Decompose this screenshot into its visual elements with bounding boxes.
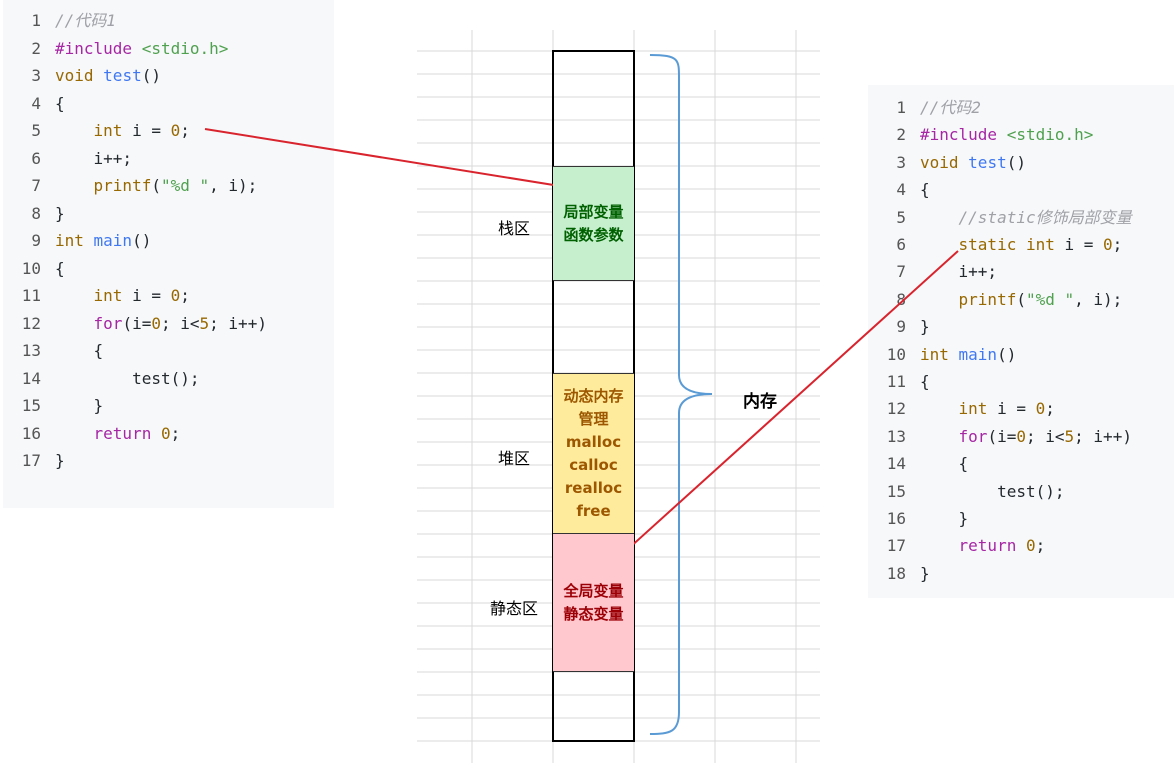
static-box: 全局变量 静态变量: [553, 534, 634, 672]
heap-box: 动态内存 管理 malloc calloc realloc free: [553, 373, 634, 534]
static-box-line: 全局变量: [563, 581, 624, 600]
stack-box-line: 函数参数: [563, 225, 624, 244]
stack-region-label: 栈区: [497, 219, 530, 238]
memory-label: 内存: [743, 392, 777, 412]
stack-box: 局部变量 函数参数: [553, 166, 634, 281]
heap-box-line: calloc: [569, 455, 618, 474]
stack-box-line: 局部变量: [563, 202, 624, 221]
heap-box-line: 管理: [578, 409, 609, 428]
heap-box-line: realloc: [564, 478, 623, 497]
static-region-label: 静态区: [489, 599, 538, 618]
heap-box-line: malloc: [565, 432, 622, 451]
heap-box-line: 动态内存: [563, 386, 624, 405]
static-box-line: 静态变量: [563, 604, 624, 623]
memory-brace: [649, 54, 713, 735]
heap-region-label: 堆区: [497, 449, 530, 468]
arrow-static-variable: [627, 250, 959, 550]
arrow-local-variable: [204, 128, 567, 188]
heap-box-line: free: [576, 501, 611, 520]
